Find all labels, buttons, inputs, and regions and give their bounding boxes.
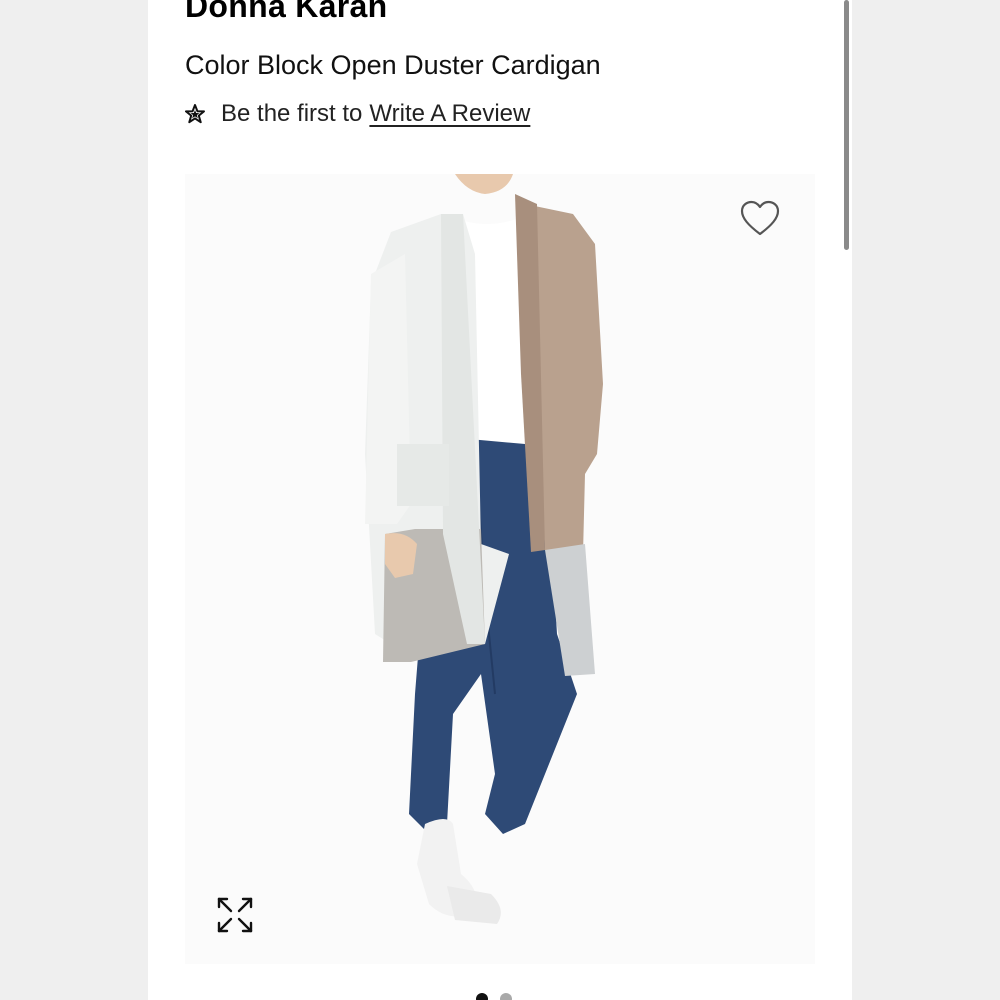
write-review-link[interactable]: Write A Review: [369, 100, 530, 128]
brand-name: Donna Karan: [185, 0, 388, 24]
carousel-dot-1[interactable]: [476, 993, 488, 1000]
carousel-dot-2[interactable]: [500, 993, 512, 1000]
expand-icon[interactable]: [215, 895, 255, 935]
star-icon: [185, 104, 205, 124]
product-title: Color Block Open Duster Cardigan: [185, 50, 601, 80]
left-background: [0, 0, 148, 1000]
favorite-heart-icon[interactable]: [740, 200, 780, 238]
page-scrollbar[interactable]: [844, 0, 849, 250]
product-page: Donna Karan Color Block Open Duster Card…: [148, 0, 852, 1000]
model-photo: [365, 174, 603, 924]
right-background: [852, 0, 1000, 1000]
review-prefix-text: Be the first to: [221, 100, 363, 127]
product-image[interactable]: [185, 174, 815, 964]
review-prompt: Be the first to Write A Review: [185, 100, 530, 128]
carousel-dots: [476, 993, 512, 1000]
